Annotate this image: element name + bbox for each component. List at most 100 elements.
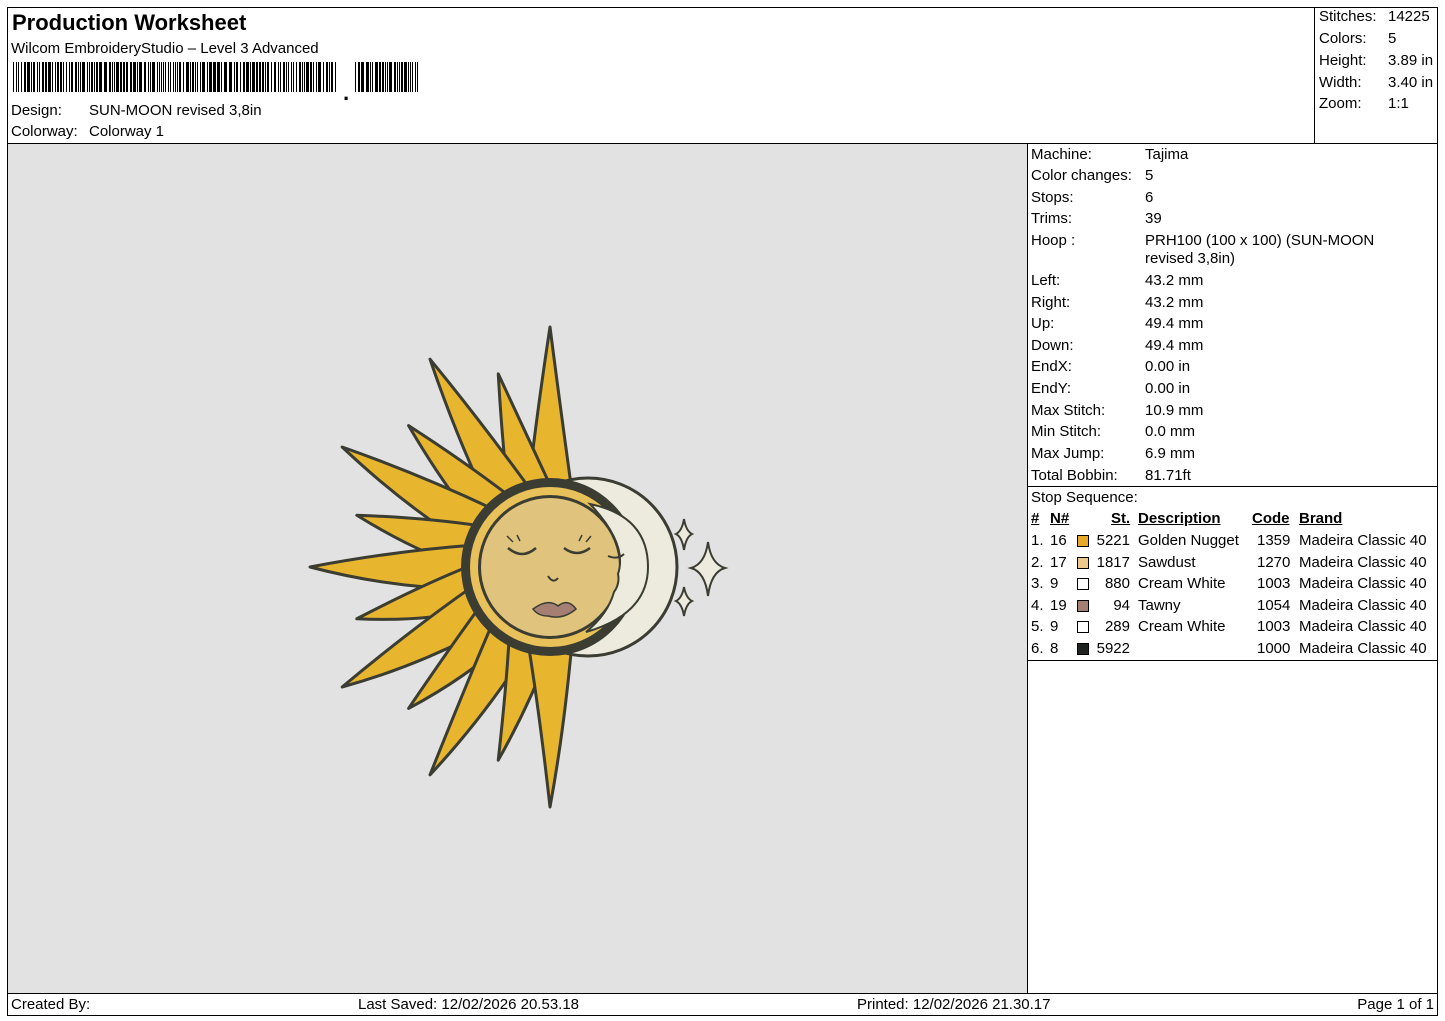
stop-sequence-title: Stop Sequence: [1031,489,1138,506]
info-label: Stops: [1031,189,1074,206]
row-number: 6. [1031,640,1044,657]
thread-color-swatch [1077,556,1089,569]
stat-value: 5 [1388,30,1397,47]
thread-color-swatch [1077,535,1089,547]
svg-text:,: , [343,80,349,100]
thread-code: 1000 [1257,640,1291,657]
table-row: 5. 9 289 Cream White 1003 Madeira Classic 40 [1028,618,1437,638]
info-label: Max Stitch: [1031,402,1106,419]
worksheet-footer: Created By: Last Saved: 12/02/2026 20.53… [7,993,1438,1016]
header-brand: Brand [1299,510,1343,527]
info-label: Hoop : [1031,232,1076,249]
stat-value: 3.89 in [1388,52,1434,69]
stat-label: Colors: [1319,30,1367,47]
worksheet-header: Production Worksheet Wilcom EmbroiderySt… [7,7,1438,144]
info-value: 0.00 in [1145,380,1191,397]
thread-color-swatch [1077,621,1089,634]
info-label: Min Stitch: [1031,423,1102,440]
row-number: 2. [1031,553,1044,571]
stitch-count: 5221 [1096,532,1130,549]
stat-label: Height: [1319,52,1367,69]
header-description: Description [1138,510,1221,527]
barcode-image: , [13,62,418,100]
info-value: 6 [1145,189,1154,206]
info-value: 81.71ft [1145,467,1191,484]
software-name: Wilcom EmbroideryStudio – Level 3 Advanc… [11,40,319,57]
design-row: Design: SUN-MOON revised 3,8in [11,102,262,119]
thread-description: Sawdust [1138,553,1196,571]
header-needle: N# [1050,510,1070,527]
worksheet-title: Production Worksheet [12,10,247,35]
stitch-count: 289 [1104,618,1130,636]
info-value: 0.0 mm [1145,423,1196,440]
stitch-count: 5922 [1096,640,1130,657]
needle-number: 9 [1050,575,1059,593]
thread-description: Golden Nugget [1138,532,1239,549]
thread-code: 1054 [1257,596,1291,614]
thread-brand: Madeira Classic 40 [1299,596,1427,614]
info-label: Total Bobbin: [1031,467,1118,484]
info-label: Down: [1031,337,1074,354]
needle-number: 19 [1050,596,1067,614]
section-divider [1028,486,1437,487]
colorway-label: Colorway: [11,123,78,140]
info-label: Max Jump: [1031,445,1105,462]
needle-number: 17 [1050,553,1067,571]
info-value: Tajima [1145,146,1189,163]
info-value: 39 [1145,210,1162,227]
created-by: Created By: [11,996,91,1013]
section-divider [1028,660,1437,661]
info-value: 6.9 mm [1145,445,1196,462]
stat-height: Height: 3.89 in [1319,52,1433,69]
colorway-value: Colorway 1 [89,123,165,140]
table-row: 3. 9 880 Cream White 1003 Madeira Classic 40 [1028,575,1437,595]
info-value: 10.9 mm [1145,402,1204,419]
stat-label: Zoom: [1319,95,1362,112]
design-value: SUN-MOON revised 3,8in [89,102,262,119]
stat-width: Width: 3.40 in [1319,74,1433,91]
row-number: 1. [1031,532,1044,549]
info-value: 49.4 mm [1145,315,1204,332]
info-value: 49.4 mm [1145,337,1204,354]
stop-sequence-header: # N# St. Description Code Brand [1028,510,1437,530]
thread-code: 1003 [1257,618,1291,636]
info-value: 43.2 mm [1145,272,1204,289]
thread-description: Cream White [1138,575,1226,593]
page-number: Page 1 of 1 [1357,996,1434,1013]
thread-code: 1003 [1257,575,1291,593]
thread-code: 1359 [1257,532,1291,549]
info-label: Trims: [1031,210,1073,227]
stat-label: Width: [1319,74,1362,91]
colorway-row: Colorway: Colorway 1 [11,123,164,140]
table-row: 4. 19 94 Tawny 1054 Madeira Classic 40 [1028,597,1437,617]
needle-number: 16 [1050,532,1067,549]
needle-number: 8 [1050,640,1059,657]
thread-color-swatch [1077,643,1089,655]
stat-value: 3.40 in [1388,74,1434,91]
thread-brand: Madeira Classic 40 [1299,553,1427,571]
stat-stitches: Stitches: 14225 [1319,8,1430,25]
design-preview [7,143,1028,994]
thread-description: Cream White [1138,618,1226,636]
table-row: 6. 8 5922 1000 Madeira Classic 40 [1028,640,1437,660]
header-num: # [1031,510,1040,527]
thread-brand: Madeira Classic 40 [1299,618,1427,636]
info-label: EndY: [1031,380,1072,397]
header-stitches: St. [1111,510,1131,527]
info-label: Color changes: [1031,167,1132,184]
thread-code: 1270 [1257,553,1291,571]
table-row: 2. 17 1817 Sawdust 1270 Madeira Classic 40 [1028,554,1437,574]
thread-brand: Madeira Classic 40 [1299,575,1427,593]
stitch-count: 94 [1113,596,1130,614]
info-label: Left: [1031,272,1061,289]
thread-brand: Madeira Classic 40 [1299,640,1427,657]
stitch-count: 1817 [1096,553,1130,571]
info-value: 5 [1145,167,1154,184]
design-label: Design: [11,102,62,119]
header-code: Code [1252,510,1290,527]
info-value: PRH100 (100 x 100) (SUN-MOON revised 3,8… [1145,232,1375,267]
row-number: 3. [1031,575,1044,593]
needle-number: 9 [1050,618,1059,636]
stats-box: Stitches: 14225 Colors: 5 Height: 3.89 in W… [1314,7,1440,144]
thread-color-swatch [1077,578,1089,591]
